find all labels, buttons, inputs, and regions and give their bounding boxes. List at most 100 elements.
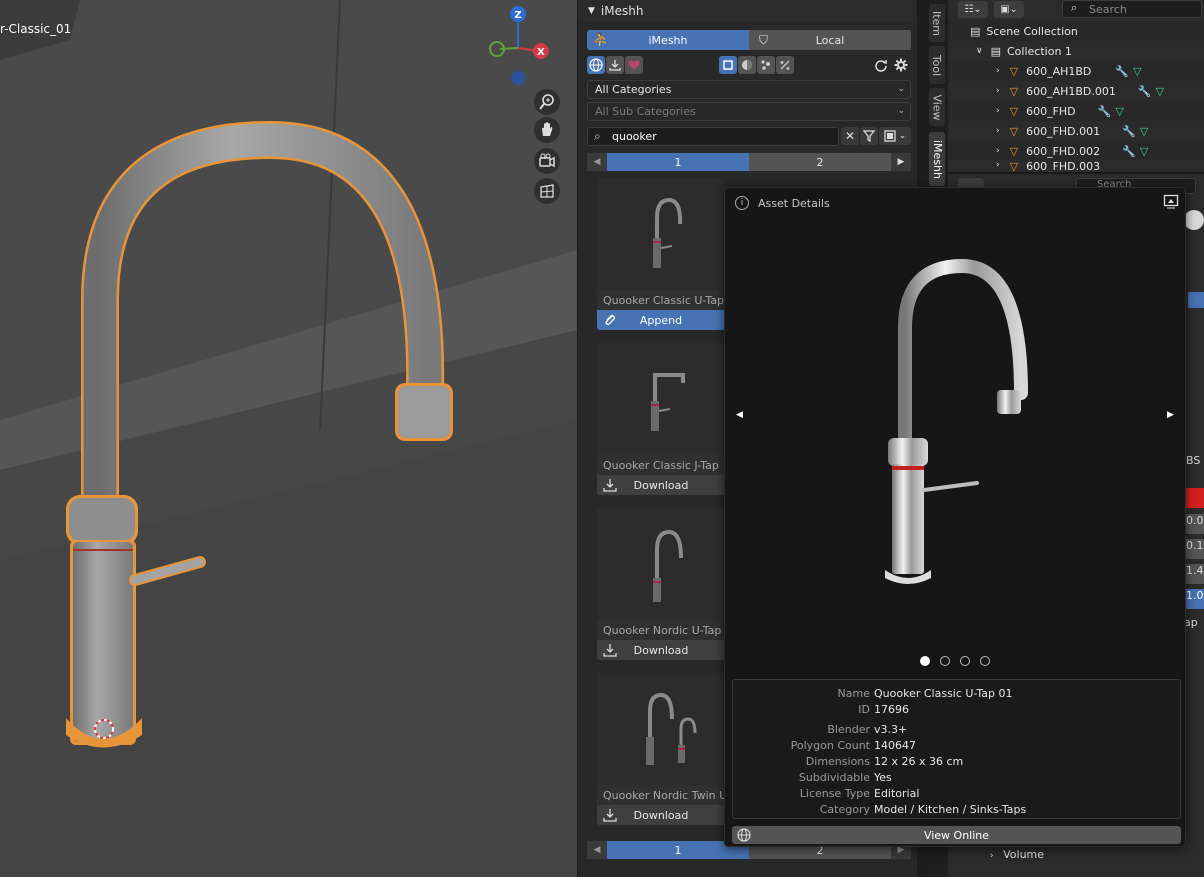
prev-page-icon[interactable]: ◀ [587, 841, 607, 859]
asset-field-label: Dimensions [805, 755, 870, 768]
scene-render [0, 0, 577, 877]
favorites-heart-icon[interactable] [625, 56, 643, 74]
download-icon [603, 479, 617, 492]
asset-field-value: v3.3+ [874, 723, 908, 736]
clear-search-icon[interactable]: ✕ [841, 127, 859, 145]
download-button[interactable]: Download [597, 805, 725, 825]
outliner-item[interactable]: › ▽ 600_AH1BD.001 🔧 ▽ [948, 81, 1204, 101]
imeshh-panel-header[interactable]: ▼ iMeshh [578, 0, 917, 22]
object-type-icon[interactable] [719, 56, 737, 74]
sub-category-select[interactable]: All Sub Categories ⌄ [587, 102, 911, 121]
outliner-item[interactable]: › ▽ 600_FHD 🔧 ▽ [996, 101, 1124, 121]
ortho-grid-icon[interactable] [534, 178, 560, 204]
props-color-swatch[interactable] [1184, 488, 1204, 508]
3d-viewport[interactable]: r-Classic_01 Z X [0, 0, 577, 877]
tab-local[interactable]: ⛉ Local [749, 30, 911, 50]
asset-field-label: Blender [827, 723, 870, 736]
outliner-item[interactable]: › ▽ 600_FHD.003 [948, 160, 1204, 172]
gizmo-z-label: Z [514, 10, 521, 21]
page-1-button[interactable]: 1 [607, 153, 749, 171]
hdri-type-icon[interactable] [776, 56, 794, 74]
modifier-wrench-icon: 🔧 [1122, 144, 1136, 158]
asset-thumbnail [597, 508, 725, 620]
chevron-right-icon: › [990, 851, 994, 861]
source-toggle[interactable]: ⛹ iMeshh ⛉ Local [587, 30, 911, 50]
chevron-down-icon[interactable]: ▼ [588, 6, 595, 16]
asset-title: Quooker Classic U-Tap [603, 294, 725, 307]
imeshh-logo-icon: ⛹ [593, 32, 610, 48]
particles-type-icon[interactable] [757, 56, 775, 74]
display-mode-icon[interactable]: ▣⌄ [994, 1, 1024, 18]
download-button[interactable]: Download [597, 475, 725, 495]
filter-funnel-icon[interactable] [860, 127, 878, 145]
append-button[interactable]: Append [597, 310, 725, 330]
asset-card[interactable]: Quooker Nordic U-Tap Download [597, 508, 725, 660]
chevron-right-icon[interactable]: › [996, 106, 1000, 116]
asset-details-popup: i Asset Details ◀ ▶ Name Quooker Classic … [724, 187, 1186, 847]
volume-section[interactable]: › Volume [990, 848, 1044, 861]
props-field[interactable]: 0.1 [1184, 539, 1204, 559]
asset-thumbnail [597, 343, 725, 455]
outliner-item[interactable]: › ▽ 600_FHD.001 🔧 ▽ [948, 121, 1204, 141]
pagination-top: ◀ 1 2 ▶ [587, 153, 911, 171]
carousel-dot[interactable] [960, 656, 970, 666]
asset-field-label: License Type [799, 787, 870, 800]
chevron-right-icon[interactable]: › [996, 126, 1000, 136]
asset-field-value: Quooker Classic U-Tap 01 [874, 687, 1013, 700]
next-page-icon[interactable]: ▶ [891, 153, 911, 171]
view-online-button[interactable]: View Online [732, 826, 1181, 844]
asset-card[interactable]: Quooker Nordic Twin U Download [597, 673, 725, 825]
globe-icon [737, 828, 751, 845]
props-field[interactable]: 1.0 [1184, 589, 1204, 609]
chevron-down-icon[interactable]: ∨ [976, 46, 983, 56]
navigation-gizmo[interactable]: Z X [480, 4, 560, 94]
category-select[interactable]: All Categories ⌄ [587, 80, 911, 99]
props-field[interactable]: 0.0 [1184, 514, 1204, 534]
tab-view[interactable]: View [929, 88, 945, 126]
chevron-down-icon: ⌄ [897, 106, 905, 116]
chevron-right-icon[interactable]: › [996, 66, 1000, 76]
mesh-object-icon: ▽ [1009, 124, 1019, 138]
mesh-data-icon: ▽ [1155, 84, 1165, 98]
outliner-collection-row[interactable]: ∨ ▤ Collection 1 [948, 41, 1204, 61]
refresh-icon[interactable] [872, 56, 890, 74]
chevron-right-icon[interactable]: › [996, 86, 1000, 96]
carousel-dot[interactable] [980, 656, 990, 666]
zoom-icon[interactable] [534, 89, 560, 115]
downloaded-filter-icon[interactable] [606, 56, 624, 74]
material-type-icon[interactable] [738, 56, 756, 74]
prev-page-icon[interactable]: ◀ [587, 153, 607, 171]
page-2-button[interactable]: 2 [749, 153, 891, 171]
props-field[interactable]: 1.4 [1184, 564, 1204, 584]
asset-card[interactable]: Quooker Classic J-Tap Download [597, 343, 725, 495]
online-globe-icon[interactable] [587, 56, 605, 74]
asset-search-input[interactable]: ⌕ quooker [587, 127, 839, 146]
tab-imeshh-side[interactable]: iMeshh [929, 132, 945, 186]
outliner-search-input[interactable]: ⌕ Search [1062, 0, 1202, 18]
pan-hand-icon[interactable] [534, 117, 560, 143]
outliner-scene-collection[interactable]: ▤ Scene Collection [970, 21, 1078, 41]
asset-field-value: Model / Kitchen / Sinks-Taps [874, 803, 1027, 816]
tab-tool[interactable]: Tool [929, 46, 945, 84]
modifier-wrench-icon: 🔧 [1122, 124, 1136, 138]
carousel-dot[interactable] [920, 656, 930, 666]
tab-item[interactable]: Item [929, 4, 945, 42]
editor-type-icon[interactable]: ☷⌄ [958, 1, 988, 18]
asset-card[interactable]: Quooker Classic U-Tap Append [597, 178, 725, 330]
open-preview-icon[interactable] [1163, 194, 1179, 210]
chevron-right-icon[interactable]: › [996, 146, 1000, 156]
props-tab-icon[interactable] [1184, 210, 1204, 230]
download-button[interactable]: Download [597, 640, 725, 660]
modifier-wrench-icon: 🔧 [1137, 84, 1152, 98]
settings-gear-icon[interactable] [892, 56, 910, 74]
camera-view-icon[interactable] [534, 148, 560, 174]
carousel-dot[interactable] [940, 656, 950, 666]
outliner-item[interactable]: › ▽ 600_FHD.002 🔧 ▽ [996, 141, 1148, 161]
carousel-prev-icon[interactable]: ◀ [736, 410, 743, 420]
outliner-item[interactable]: › ▽ 600_AH1BD 🔧 ▽ [996, 61, 1142, 81]
tab-imeshh[interactable]: ⛹ iMeshh [587, 30, 749, 50]
view-mode-dropdown[interactable]: ⌄ [879, 127, 911, 145]
outliner-panel: ☷⌄ ▣⌄ ⌕ Search ▤ Scene Collection ∨ ▤ Co… [948, 0, 1204, 172]
carousel-next-icon[interactable]: ▶ [1167, 410, 1174, 420]
carousel-indicators [920, 656, 990, 666]
